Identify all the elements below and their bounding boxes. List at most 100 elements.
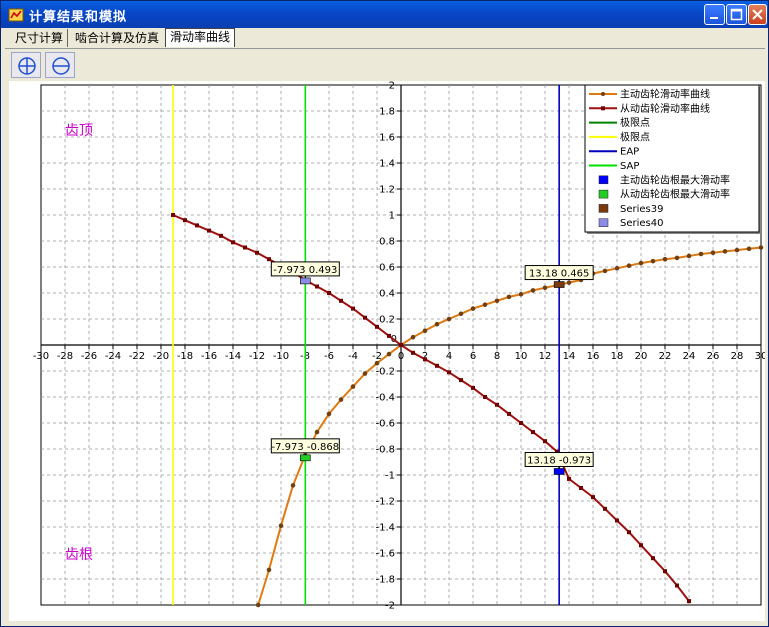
x-tick-label: 20 — [635, 351, 648, 362]
window-title: 计算结果和模拟 — [29, 10, 128, 25]
y-tick-label: -0.2 — [375, 367, 395, 378]
x-tick-label: 26 — [707, 351, 720, 362]
series-point-driven — [519, 421, 523, 425]
highlight-point — [300, 277, 311, 285]
series-point-driving — [446, 316, 452, 322]
close-button[interactable] — [748, 4, 767, 25]
chart-panel: -30-28-26-24-22-20-18-16-14-12-10-8-6-4-… — [9, 81, 765, 621]
y-tick-label: -1.8 — [375, 575, 395, 586]
region-label-tooth-root: 齿根 — [65, 547, 93, 563]
y-tick-label: 2 — [389, 81, 395, 92]
series-point-driven — [651, 556, 655, 561]
x-tick-label: -30 — [33, 351, 49, 362]
series-point-driving — [686, 253, 692, 259]
legend-swatch — [598, 189, 609, 199]
series-point-driving — [338, 397, 344, 402]
legend-label: 从动齿轮齿根最大滑动率 — [620, 188, 730, 201]
series-point-driving — [266, 567, 272, 573]
x-tick-label: -10 — [273, 351, 289, 362]
highlight-point — [553, 468, 565, 475]
legend-label: 极限点 — [620, 116, 650, 129]
region-label-tooth-tip: 齿顶 — [65, 123, 93, 139]
zoom-in-button[interactable] — [11, 52, 41, 78]
x-tick-label: -22 — [129, 351, 145, 362]
x-tick-label: 6 — [470, 351, 476, 362]
y-tick-label: 1.2 — [379, 185, 395, 196]
series-point-driving — [758, 245, 764, 250]
x-tick-label: 18 — [611, 351, 624, 362]
y-tick-label: 0.4 — [379, 289, 395, 300]
x-tick-label: 0 — [398, 351, 404, 362]
tab-slip-curve[interactable]: 滑动率曲线 — [165, 28, 236, 47]
y-tick-label: -1.2 — [375, 497, 395, 508]
zoom-out-button[interactable] — [45, 52, 75, 78]
legend-marker — [601, 92, 605, 96]
x-tick-label: -28 — [57, 351, 73, 362]
series-point-driving — [674, 255, 680, 261]
maximize-button[interactable] — [726, 4, 747, 25]
x-tick-label: -26 — [81, 351, 97, 362]
series-point-driving — [722, 249, 728, 254]
series-point-driven — [471, 385, 475, 390]
x-tick-label: -12 — [249, 351, 265, 362]
series-point-driven — [447, 370, 451, 375]
x-tick-label: -6 — [324, 351, 334, 362]
series-point-driving — [434, 321, 440, 327]
series-point-driven — [687, 599, 691, 604]
series-point-driven — [495, 402, 499, 407]
series-point-driving — [410, 334, 416, 340]
series-point-driving — [326, 411, 332, 417]
tab-mesh-calc[interactable]: 啮合计算及仿真 — [71, 29, 163, 47]
series-point-driven — [615, 518, 619, 523]
x-tick-label: 14 — [563, 351, 576, 362]
series-point-driving — [255, 602, 261, 608]
series-point-driven — [675, 583, 679, 588]
series-point-driven — [639, 543, 643, 548]
series-point-driven — [267, 257, 271, 262]
minimize-button[interactable] — [704, 4, 725, 25]
series-point-driving — [458, 311, 464, 317]
series-point-driven — [591, 495, 595, 500]
minimize-icon — [710, 17, 718, 19]
y-tick-label: 1.6 — [379, 133, 395, 144]
x-tick-label: -16 — [201, 351, 217, 362]
series-point-driving — [482, 302, 488, 307]
series-point-driving — [506, 294, 512, 300]
series-point-driving — [602, 268, 608, 274]
legend-label: Series39 — [620, 204, 663, 215]
x-tick-label: 24 — [683, 351, 696, 362]
series-point-driven — [507, 411, 511, 416]
y-tick-label: -0.8 — [375, 445, 395, 456]
zoom-in-icon — [18, 57, 36, 75]
y-tick-label: 0.8 — [379, 237, 395, 248]
x-tick-label: -20 — [153, 351, 169, 362]
series-point-driven — [543, 439, 547, 444]
x-tick-label: 30 — [755, 351, 765, 362]
series-point-driven — [627, 530, 631, 535]
app-icon — [8, 8, 24, 22]
app-window: 计算结果和模拟 尺寸计算 啮合计算及仿真 滑动率曲线 -30 -28 -26 -24-… — [0, 0, 769, 627]
series-point-driven — [459, 378, 463, 383]
x-tick-label: -24 — [105, 351, 121, 362]
series-point-driven — [195, 223, 199, 228]
y-tick-label: -0.4 — [375, 393, 395, 404]
series-point-driving — [566, 280, 572, 285]
tab-size-calc[interactable]: 尺寸计算 — [11, 29, 69, 47]
series-point-driving — [746, 246, 752, 252]
title-bar[interactable]: 计算结果和模拟 — [1, 1, 768, 28]
series-point-driving — [350, 384, 356, 389]
y-tick-label: 1.8 — [379, 107, 395, 118]
close-icon — [752, 9, 763, 20]
series-point-driven — [243, 245, 247, 250]
x-tick-label: -18 — [177, 351, 193, 362]
legend-label: 主动齿轮滑动率曲线 — [620, 88, 710, 101]
series-point-driven — [231, 240, 235, 245]
x-tick-label: 22 — [659, 351, 672, 362]
legend-label: EAP — [620, 147, 639, 158]
series-point-driving — [518, 292, 524, 297]
legend-label: 从动齿轮滑动率曲线 — [620, 102, 710, 115]
series-point-driving — [494, 298, 500, 304]
highlight-point — [553, 281, 565, 288]
y-tick-label: 1 — [389, 211, 395, 222]
legend-label: 主动齿轮齿根最大滑动率 — [620, 173, 730, 186]
